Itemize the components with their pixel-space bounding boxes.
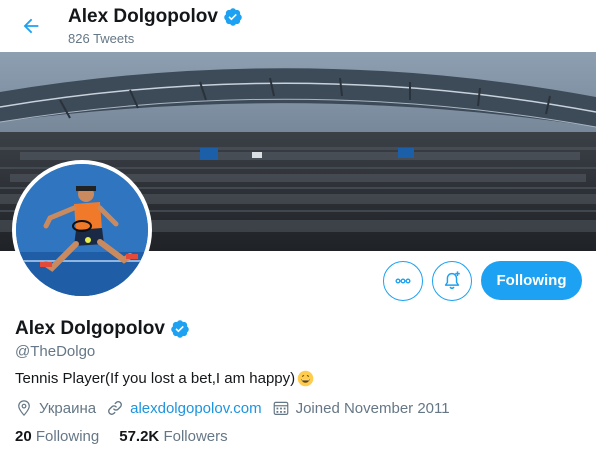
more-options-button[interactable] <box>383 261 423 301</box>
header-title: Alex Dolgopolov <box>68 6 243 28</box>
followers-label: Followers <box>163 428 228 445</box>
profile-stats: 20 Following 57.2K Followers <box>15 428 248 445</box>
following-count: 20 <box>15 428 36 445</box>
header-name: Alex Dolgopolov <box>68 6 218 27</box>
verified-badge-icon <box>171 320 189 338</box>
bio-text: Tennis Player(If you lost a bet,I am hap… <box>15 370 296 387</box>
tweet-count: 826 Tweets <box>68 31 135 46</box>
followers-stat[interactable]: 57.2K Followers <box>119 428 227 445</box>
website-item[interactable]: alexdolgopolov.com <box>106 399 262 417</box>
arrow-left-icon <box>23 18 39 34</box>
more-dots-icon <box>395 278 411 284</box>
profile-name-text: Alex Dolgopolov <box>15 318 165 339</box>
profile-name: Alex Dolgopolov <box>15 318 190 340</box>
link-icon <box>108 401 123 415</box>
following-button[interactable]: Following <box>481 261 582 300</box>
grinning-emoji-icon <box>297 370 314 387</box>
bell-plus-icon <box>444 271 460 290</box>
location-item: Украина <box>15 399 96 417</box>
profile-handle: @TheDolgo <box>15 343 96 360</box>
notifications-button[interactable] <box>432 261 472 301</box>
location-text: Украина <box>39 399 97 417</box>
joined-text: Joined November 2011 <box>295 399 450 417</box>
back-button[interactable] <box>14 9 48 43</box>
profile-avatar[interactable] <box>12 160 152 300</box>
top-bar: Alex Dolgopolov 826 Tweets <box>0 0 596 52</box>
calendar-icon <box>273 401 288 415</box>
location-pin-icon <box>18 400 30 416</box>
verified-badge-icon <box>224 8 242 26</box>
profile-meta: Украина alexdolgopolov.com Joined Novemb… <box>15 399 460 417</box>
profile-bio: Tennis Player(If you lost a bet,I am hap… <box>15 370 314 387</box>
following-label: Following <box>35 428 100 445</box>
website-link[interactable]: alexdolgopolov.com <box>130 400 261 417</box>
following-stat[interactable]: 20 Following <box>15 428 99 445</box>
followers-count: 57.2K <box>119 428 164 445</box>
joined-item: Joined November 2011 <box>272 399 450 417</box>
